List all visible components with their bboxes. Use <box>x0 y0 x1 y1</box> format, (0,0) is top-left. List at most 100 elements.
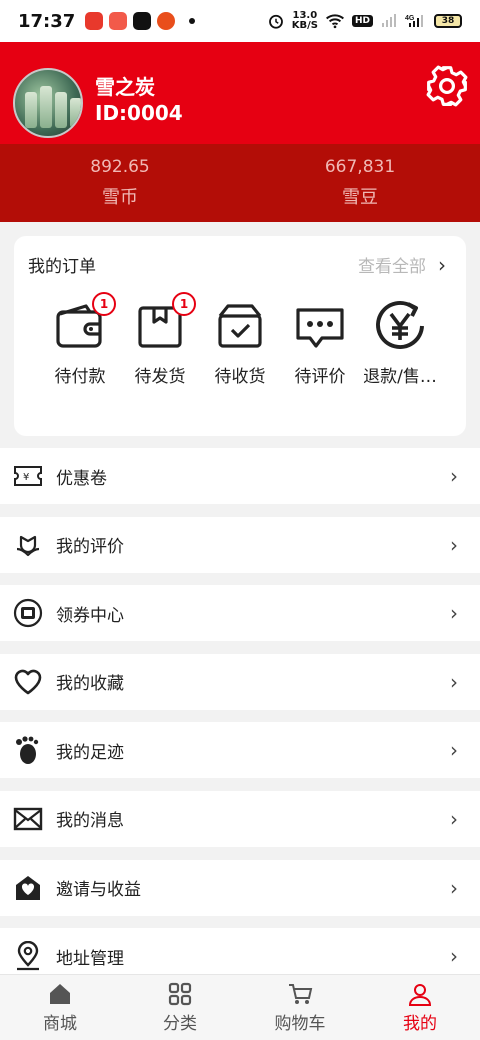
coupon-center-icon <box>13 599 43 628</box>
grid-icon <box>168 982 192 1006</box>
wallet-xuebi[interactable]: 892.65 雪币 <box>0 144 240 222</box>
menu-item-footprints[interactable]: 我的足迹 › <box>0 722 480 779</box>
tab-label: 我的 <box>403 1014 437 1034</box>
menu-item-favorites[interactable]: 我的收藏 › <box>0 653 480 710</box>
status-time: 17:37 <box>18 10 76 32</box>
order-pending-receipt[interactable]: 待收货 <box>200 298 280 387</box>
menu-item-invite-earnings[interactable]: 邀请与收益 › <box>0 859 480 916</box>
menu-label: 我的消息 <box>56 811 124 832</box>
avatar-image-detail <box>25 92 37 128</box>
user-icon <box>408 984 432 1006</box>
order-pending-payment[interactable]: 1 待付款 <box>40 292 120 387</box>
hd-voice-badge: HD <box>351 15 373 27</box>
notification-icons <box>85 12 196 30</box>
order-pending-shipment[interactable]: 1 待发货 <box>120 292 200 387</box>
chevron-right-icon: › <box>450 601 458 626</box>
footprint-icon <box>16 736 39 765</box>
chevron-right-icon: › <box>450 532 458 557</box>
bottom-tab-bar: 商城 分类 购物车 我的 <box>0 974 480 1040</box>
order-label: 待发货 <box>134 367 186 387</box>
menu-item-coupon-center[interactable]: 领券中心 › <box>0 585 480 642</box>
order-label: 待付款 <box>54 367 106 387</box>
battery-indicator: 38 <box>434 14 462 28</box>
order-pending-review[interactable]: 待评价 <box>280 298 360 387</box>
wifi-icon <box>325 14 344 29</box>
menu-item-my-reviews[interactable]: 我的评价 › <box>0 516 480 573</box>
no-signal-icon <box>382 14 396 27</box>
order-label: 待收货 <box>214 367 266 387</box>
order-label: 待评价 <box>294 367 346 387</box>
view-all-orders-link[interactable]: 查看全部 › <box>358 252 446 278</box>
gear-icon[interactable] <box>425 64 469 108</box>
xuebi-value: 892.65 <box>90 157 150 177</box>
coupon-icon: ¥ <box>14 466 42 486</box>
xuebi-label: 雪币 <box>102 187 138 208</box>
alarm-icon <box>268 14 283 29</box>
profile-menu-list: ¥ 优惠卷 › 我的评价 › 领券中心 › 我的收藏 › 我的足迹 › 我的消息… <box>0 448 480 997</box>
profile-header: 雪之炭 ID:0004 <box>0 42 480 144</box>
chevron-right-icon: › <box>450 944 458 969</box>
xuedou-label: 雪豆 <box>342 187 378 208</box>
wallet-summary: 892.65 雪币 667,831 雪豆 <box>0 144 480 222</box>
avatar[interactable] <box>13 68 83 138</box>
tab-category[interactable]: 分类 <box>120 975 240 1040</box>
order-refund[interactable]: 退款/售… <box>360 298 440 387</box>
tab-label: 商城 <box>43 1014 77 1034</box>
my-orders-card: 我的订单 查看全部 › 1 待付款 1 待发货 待收货 待评价 退款/售… <box>14 236 466 436</box>
user-id: ID:0004 <box>95 101 183 125</box>
chevron-right-icon: › <box>438 252 446 277</box>
chevron-right-icon: › <box>450 806 458 831</box>
username: 雪之炭 <box>95 75 155 99</box>
tab-label: 分类 <box>163 1014 197 1034</box>
status-bar: 17:37 13.0 KB/S HD 4G 38 <box>0 0 480 42</box>
menu-item-coupons[interactable]: ¥ 优惠卷 › <box>0 448 480 504</box>
xuedou-value: 667,831 <box>324 157 396 177</box>
menu-label: 我的评价 <box>56 537 124 558</box>
network-type-label: 4G <box>405 15 415 22</box>
avatar-image-detail <box>70 98 81 128</box>
menu-label: 地址管理 <box>56 948 124 969</box>
box-check-icon <box>218 304 262 348</box>
chat-icon <box>296 308 344 348</box>
tab-mall[interactable]: 商城 <box>0 975 120 1040</box>
app-notification-icon <box>157 12 176 30</box>
review-flower-icon <box>16 535 40 556</box>
tab-label: 购物车 <box>274 1014 326 1034</box>
chevron-right-icon: › <box>450 669 458 694</box>
chevron-right-icon: › <box>450 875 458 900</box>
order-status-row: 1 待付款 1 待发货 待收货 待评价 退款/售… <box>14 292 466 387</box>
badge-count: 1 <box>172 292 196 316</box>
home-icon <box>50 984 70 1004</box>
menu-label: 邀请与收益 <box>56 880 141 901</box>
menu-label: 我的收藏 <box>56 674 124 695</box>
badge-count: 1 <box>92 292 116 316</box>
tab-mine[interactable]: 我的 <box>360 975 480 1040</box>
chevron-right-icon: › <box>450 464 458 488</box>
menu-label: 优惠卷 <box>56 468 107 489</box>
refund-yen-icon <box>376 300 424 349</box>
order-label: 退款/售… <box>363 367 437 387</box>
cart-icon <box>289 984 313 1004</box>
mail-icon <box>13 807 43 831</box>
avatar-image-detail <box>55 92 67 128</box>
app-notification-icon <box>85 12 104 30</box>
net-speed-unit: KB/S <box>291 20 318 31</box>
view-all-label: 查看全部 <box>358 257 426 277</box>
heart-icon <box>14 669 42 695</box>
tab-cart[interactable]: 购物车 <box>240 975 360 1040</box>
tiktok-icon <box>133 12 152 30</box>
more-notifications-dot <box>189 18 196 24</box>
signal-icon: 4G <box>405 15 423 27</box>
menu-label: 领券中心 <box>56 605 124 626</box>
svg-text:¥: ¥ <box>23 472 29 483</box>
menu-item-messages[interactable]: 我的消息 › <box>0 790 480 847</box>
avatar-image-detail <box>40 86 52 128</box>
net-speed: 13.0 KB/S <box>292 11 318 31</box>
wallet-xuedou[interactable]: 667,831 雪豆 <box>240 144 480 222</box>
chevron-right-icon: › <box>450 738 458 763</box>
location-pin-icon <box>17 941 39 971</box>
app-notification-icon <box>109 12 128 30</box>
invite-heart-icon <box>16 875 40 900</box>
status-indicators: 13.0 KB/S HD 4G 38 <box>267 11 462 31</box>
menu-label: 我的足迹 <box>56 742 124 763</box>
